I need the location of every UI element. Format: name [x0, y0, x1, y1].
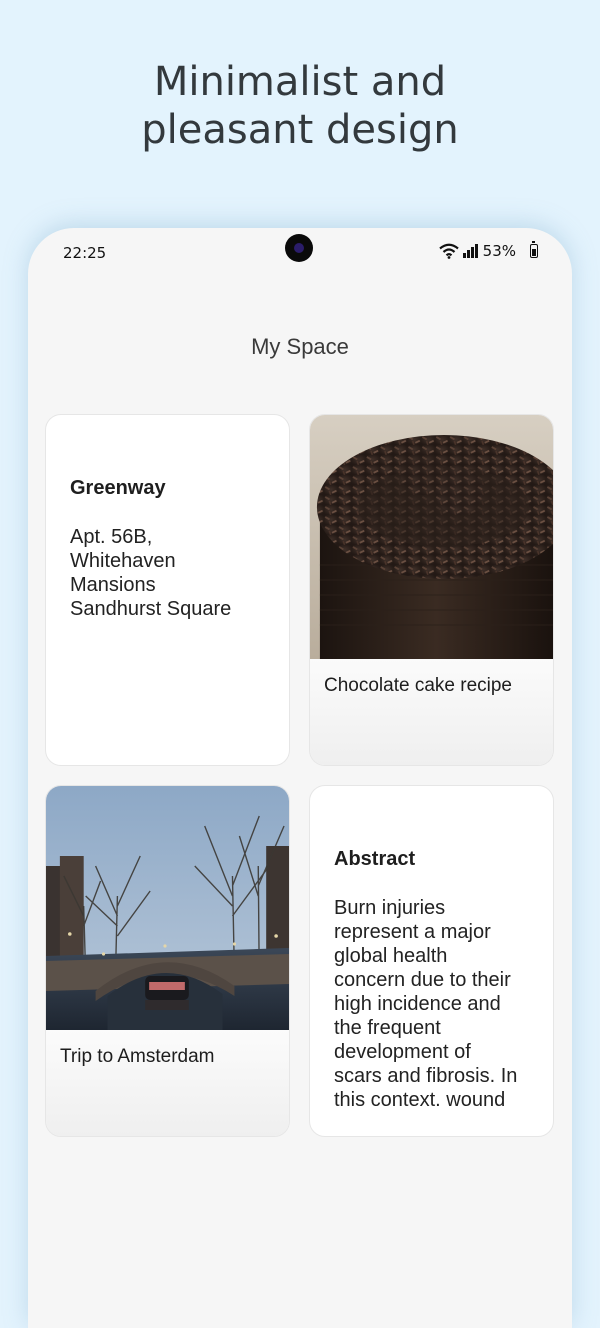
note-body: Apt. 56B, Whitehaven Mansions Sandhurst … [70, 526, 232, 620]
note-title: Greenway [70, 477, 166, 499]
page-title: My Space [251, 334, 349, 359]
wifi-icon [439, 243, 459, 259]
note-caption: Chocolate cake recipe [324, 675, 512, 696]
note-card-amsterdam[interactable]: Trip to Amsterdam [45, 785, 290, 1137]
promo-headline: Minimalist and pleasant design [0, 58, 600, 154]
phone-screen: 22:25 53% My Space Greenway Apt. 56B, Wh… [28, 228, 572, 1328]
note-card-chocolate-cake[interactable]: Chocolate cake recipe [309, 414, 554, 766]
status-icons: 53% [439, 241, 538, 260]
note-caption: Trip to Amsterdam [60, 1046, 215, 1067]
battery-icon [530, 241, 538, 258]
note-title: Abstract [334, 848, 416, 870]
amsterdam-canal-photo [46, 786, 289, 1030]
note-card-abstract[interactable]: Abstract Burn injuries represent a major… [309, 785, 554, 1137]
note-body: Burn injuries represent a major global h… [334, 897, 518, 1111]
battery-percent: 53% [482, 242, 516, 260]
chocolate-cake-photo [310, 415, 553, 659]
note-card-greenway[interactable]: Greenway Apt. 56B, Whitehaven Mansions S… [45, 414, 290, 766]
promo-headline-line-2: pleasant design [141, 107, 459, 153]
front-camera [285, 234, 313, 262]
status-time: 22:25 [63, 244, 107, 262]
status-bar: 22:25 53% [28, 228, 572, 278]
signal-icon [463, 244, 478, 258]
promo-headline-line-1: Minimalist and [153, 59, 447, 105]
